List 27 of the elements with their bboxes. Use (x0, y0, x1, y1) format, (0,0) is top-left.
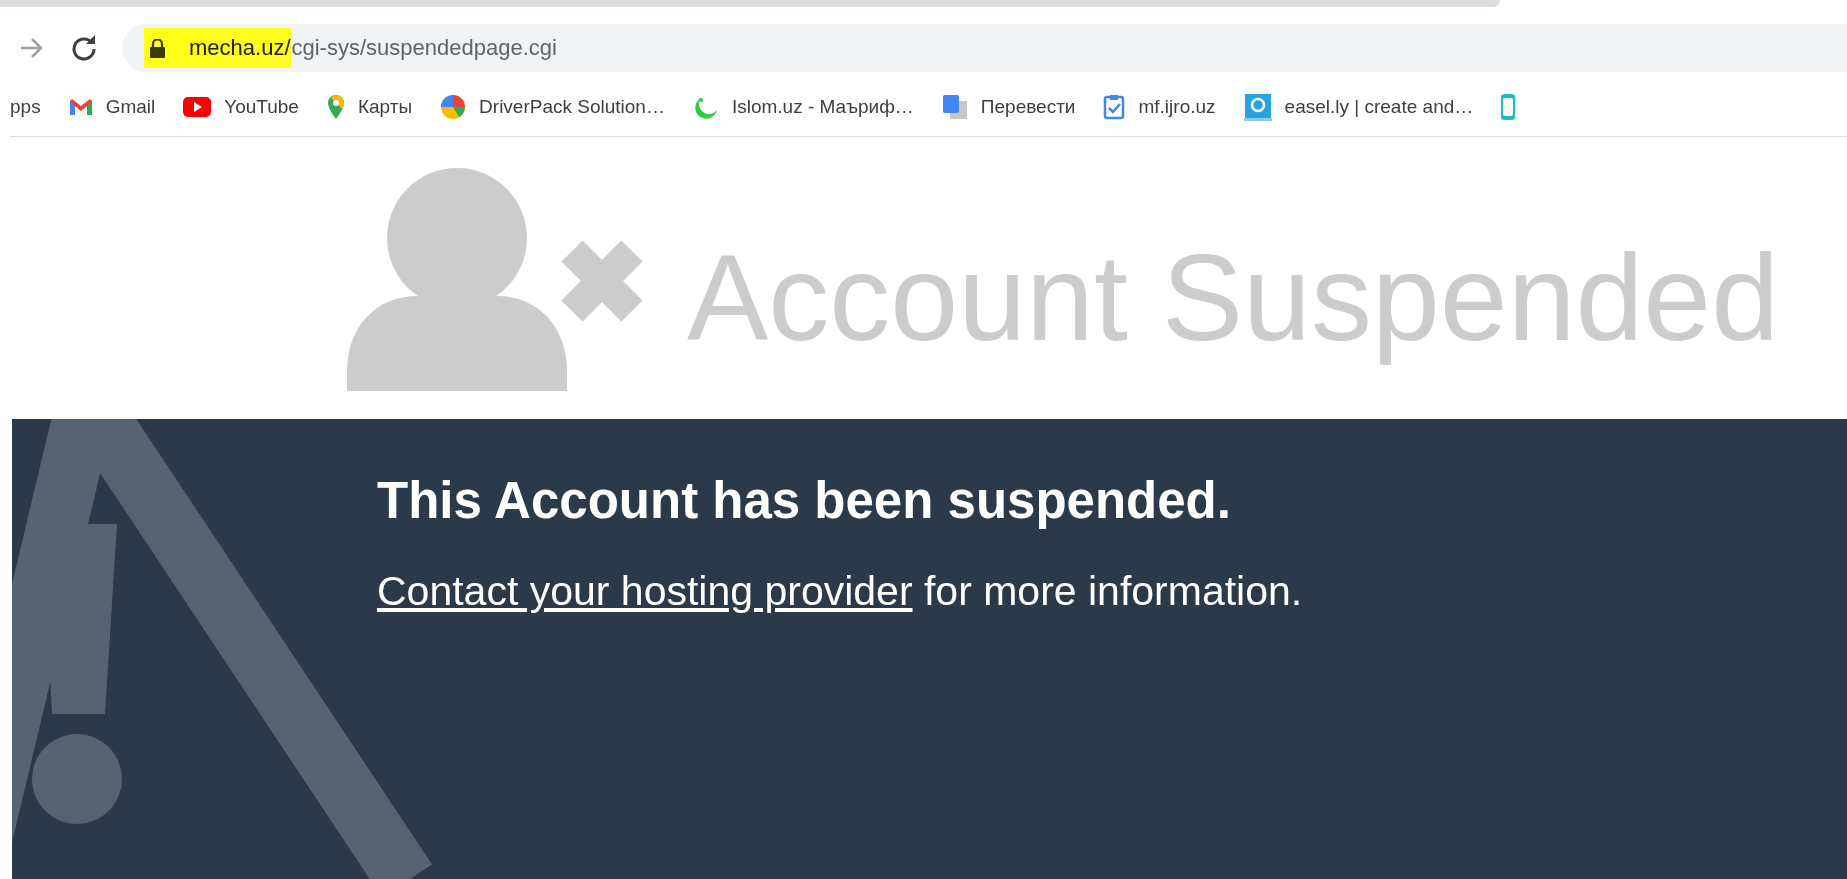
forward-arrow-icon (20, 37, 44, 59)
bookmark[interactable]: Gmail (68, 96, 156, 118)
bookmark[interactable]: Карты (326, 94, 413, 120)
bookmark[interactable] (1501, 94, 1516, 120)
notice-heading: This Account has been suspended. (377, 471, 1232, 530)
notice-text: Contact your hosting provider for more information. (377, 568, 1304, 615)
bookmark[interactable]: easel.ly | create and… (1243, 93, 1474, 121)
lock-icon (150, 38, 165, 58)
page-icon (1243, 93, 1272, 121)
ball-icon (440, 94, 467, 120)
map-pin-icon (326, 94, 345, 120)
bookmark[interactable]: Islom.uz - Маъриф… (692, 94, 914, 120)
play-icon (183, 97, 212, 117)
reload-icon (71, 35, 97, 61)
translate-icon (941, 94, 968, 120)
bookmark[interactable]: DriverPack Solution… (440, 94, 665, 120)
bookmark-icon (1501, 94, 1516, 120)
address-bar[interactable]: mecha.uz/cgi-sys/suspendedpage.cgi (122, 24, 1847, 72)
bookmark[interactable]: YouTube (183, 96, 299, 118)
bookmark[interactable]: mf.ijro.uz (1103, 94, 1216, 120)
clipboard-icon (1103, 94, 1126, 120)
url-path: cgi-sys/suspendedpage.cgi (291, 35, 557, 61)
bookmark[interactable]: Перевести (941, 94, 1076, 120)
contact-link[interactable]: Contact your hosting provider (377, 568, 913, 614)
mail-icon (68, 98, 93, 116)
bookmark[interactable]: pps (10, 96, 41, 118)
url-domain: mecha.uz/ (189, 35, 291, 61)
